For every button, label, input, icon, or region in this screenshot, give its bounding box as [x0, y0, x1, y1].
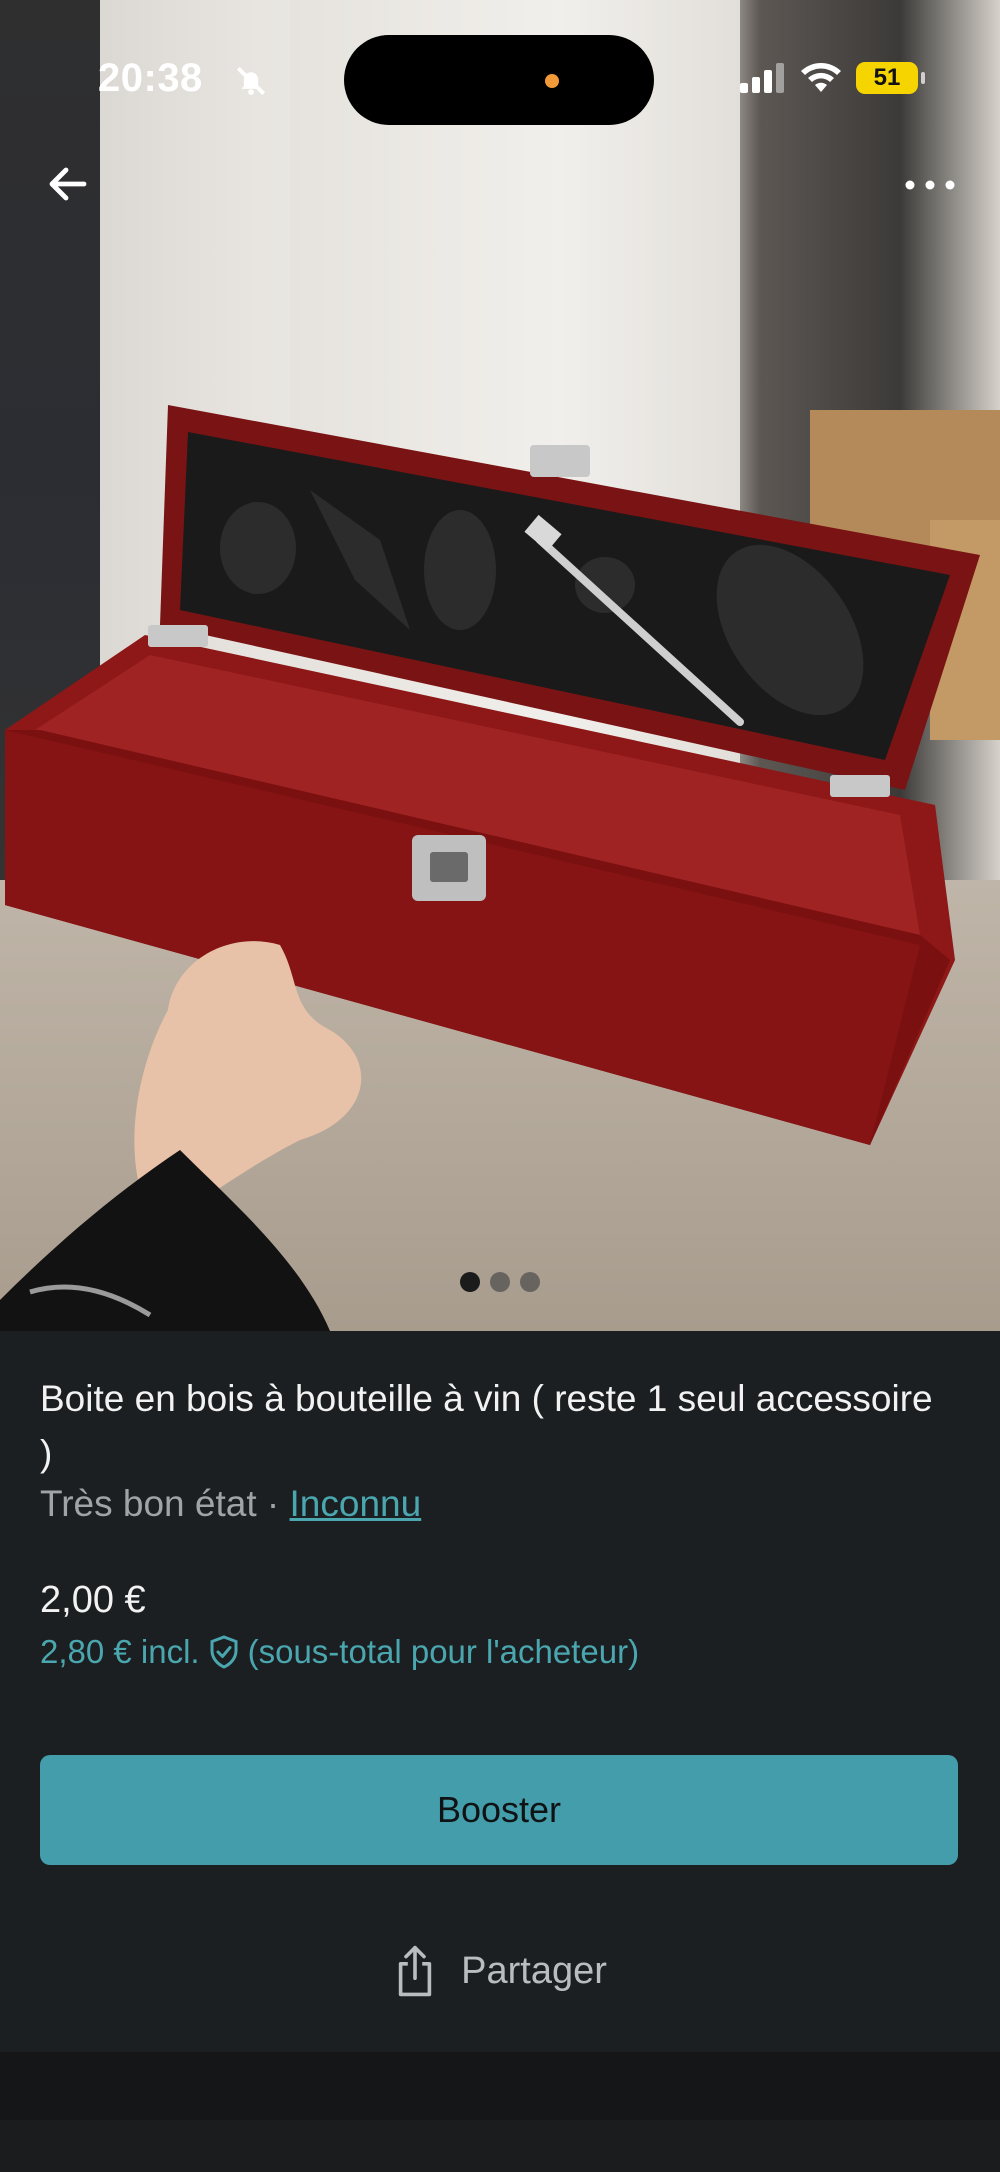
price-incl-value: 2,80 € incl.: [40, 1633, 200, 1670]
more-horizontal-icon[interactable]: [900, 170, 960, 200]
status-icons: 51: [740, 62, 925, 94]
privacy-indicator-dot: [545, 74, 559, 88]
arrow-left-icon[interactable]: [44, 160, 92, 208]
condition-label: Très bon état: [40, 1483, 257, 1524]
dynamic-island: [344, 35, 654, 125]
shield-check-icon: [210, 1635, 238, 1669]
listing-title: Boite en bois à bouteille à vin ( reste …: [40, 1378, 933, 1474]
share-button[interactable]: Partager: [0, 1931, 1000, 2011]
item-price: 2,00 €: [40, 1579, 146, 1621]
product-photo[interactable]: 20:38 51: [0, 0, 1000, 1331]
brand-link[interactable]: Inconnu: [290, 1483, 422, 1524]
pager-dot[interactable]: [520, 1272, 540, 1292]
boost-button[interactable]: Booster: [40, 1755, 958, 1865]
bell-slash-icon: [236, 66, 266, 96]
wifi-icon: [801, 63, 841, 92]
price-incl-note: (sous-total pour l'acheteur): [247, 1633, 640, 1670]
gallery-pager: [460, 1272, 540, 1292]
share-icon: [398, 1945, 432, 1997]
share-label: Partager: [461, 1949, 607, 1992]
wine-box-illustration: [0, 405, 1000, 1331]
signal-icon: [740, 63, 784, 93]
buyer-price-line[interactable]: 2,80 € incl. (sous-total pour l'acheteur…: [40, 1633, 639, 1671]
listing-meta: Très bon état · Inconnu: [40, 1483, 421, 1525]
bottom-bar: [0, 2052, 1000, 2120]
meta-separator: ·: [256, 1483, 290, 1524]
pager-dot[interactable]: [490, 1272, 510, 1292]
status-time: 20:38: [98, 56, 203, 100]
listing-details: Boite en bois à bouteille à vin ( reste …: [0, 1331, 1000, 2052]
battery-icon: 51: [856, 62, 925, 94]
pager-dot-active[interactable]: [460, 1272, 480, 1292]
bottom-bar-footer: [0, 2120, 1000, 2172]
